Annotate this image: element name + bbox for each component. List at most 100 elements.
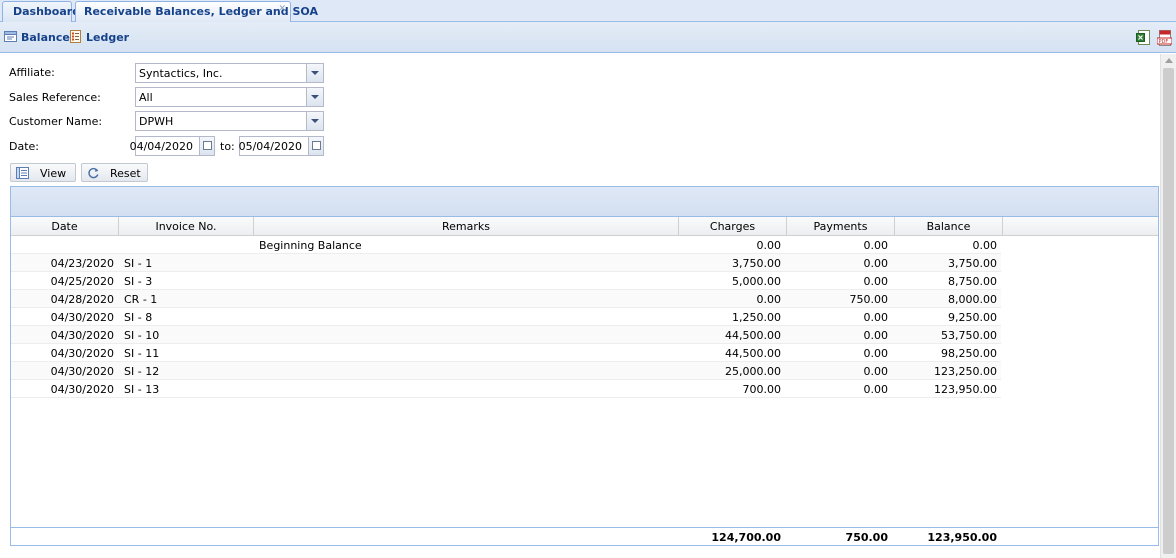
cell-date: 04/30/2020: [50, 383, 114, 396]
table-row[interactable]: 04/30/2020 SI - 10 44,500.00 0.00 53,750…: [11, 326, 1001, 344]
total-charges: 124,700.00: [711, 531, 781, 544]
chevron-down-icon[interactable]: [306, 88, 323, 106]
grid-totals-row: 124,700.00 750.00 123,950.00: [11, 527, 1158, 545]
excel-export-icon[interactable]: [1136, 30, 1150, 45]
pdf-export-icon[interactable]: PDF: [1157, 30, 1172, 46]
view-icon: [16, 167, 29, 179]
table-row[interactable]: 04/25/2020 SI - 3 5,000.00 0.00 8,750.00: [11, 272, 1001, 290]
reset-label: Reset: [110, 167, 141, 180]
cell-date: 04/23/2020: [50, 257, 114, 270]
cell-invoice: SI - 1: [124, 257, 153, 270]
vertical-scrollbar[interactable]: [1160, 54, 1176, 558]
cell-balance: 123,250.00: [934, 365, 997, 378]
cell-payments: 0.00: [863, 365, 889, 378]
cell-invoice: SI - 8: [124, 311, 153, 324]
tab-dashboard[interactable]: Dashboard: [2, 1, 80, 22]
cell-payments: 0.00: [863, 239, 889, 252]
cell-balance: 3,750.00: [948, 257, 997, 270]
table-row[interactable]: Beginning Balance 0.00 0.00 0.00: [11, 236, 1001, 254]
cell-payments: 0.00: [863, 257, 889, 270]
cell-date: 04/30/2020: [50, 365, 114, 378]
reset-button[interactable]: Reset: [81, 163, 148, 182]
affiliate-label: Affiliate:: [9, 66, 55, 79]
cell-invoice: SI - 3: [124, 275, 153, 288]
cell-charges: 700.00: [742, 383, 782, 396]
table-row[interactable]: 04/23/2020 SI - 1 3,750.00 0.00 3,750.00: [11, 254, 1001, 272]
ledger-label: Ledger: [86, 31, 130, 44]
calendar-icon[interactable]: [199, 137, 214, 155]
column-header-date[interactable]: Date: [11, 217, 119, 236]
cell-remarks: Beginning Balance: [259, 239, 362, 252]
total-payments: 750.00: [845, 531, 888, 544]
cell-payments: 0.00: [863, 347, 889, 360]
table-row[interactable]: 04/28/2020 CR - 1 0.00 750.00 8,000.00: [11, 290, 1001, 308]
cell-invoice: SI - 13: [124, 383, 160, 396]
close-icon[interactable]: ✕: [278, 4, 286, 14]
cell-date: 04/30/2020: [50, 329, 114, 342]
toolbar: Balance Ledger: [0, 22, 1176, 53]
cell-charges: 44,500.00: [725, 329, 781, 342]
refresh-icon: [88, 167, 99, 179]
affiliate-select[interactable]: Syntactics, Inc.: [135, 63, 324, 83]
cell-charges: 44,500.00: [725, 347, 781, 360]
cell-balance: 9,250.00: [948, 311, 997, 324]
date-to-field[interactable]: 05/04/2020: [239, 136, 324, 156]
grid-toolbar: [11, 187, 1158, 217]
balance-icon: [4, 31, 17, 42]
cell-date: 04/30/2020: [50, 311, 114, 324]
column-header-invoice[interactable]: Invoice No.: [119, 217, 254, 236]
cell-payments: 0.00: [863, 329, 889, 342]
sales-reference-label: Sales Reference:: [9, 91, 101, 104]
tab-dashboard-label: Dashboard: [13, 5, 81, 18]
view-button[interactable]: View: [10, 163, 76, 182]
date-to-label: to:: [220, 140, 235, 153]
column-header-payments[interactable]: Payments: [787, 217, 895, 236]
balance-label: Balance: [21, 31, 70, 44]
cell-charges: 0.00: [756, 239, 782, 252]
cell-balance: 0.00: [972, 239, 998, 252]
balance-button[interactable]: Balance: [4, 31, 70, 44]
calendar-icon[interactable]: [308, 137, 323, 155]
customer-name-value: DPWH: [139, 115, 174, 128]
cell-payments: 750.00: [849, 293, 889, 306]
column-header-balance[interactable]: Balance: [895, 217, 1003, 236]
ledger-grid: Date Invoice No. Remarks Charges Payment…: [10, 186, 1159, 546]
date-from-field[interactable]: 04/04/2020: [130, 136, 215, 156]
cell-invoice: SI - 11: [124, 347, 160, 360]
date-from-value: 04/04/2020: [129, 140, 193, 153]
cell-invoice: SI - 10: [124, 329, 160, 342]
date-to-value: 05/04/2020: [238, 140, 302, 153]
tab-receivable-balances[interactable]: Receivable Balances, Ledger and SOA ✕: [75, 1, 318, 22]
scrollbar-thumb[interactable]: [1163, 68, 1174, 554]
table-row[interactable]: 04/30/2020 SI - 12 25,000.00 0.00 123,25…: [11, 362, 1001, 380]
cell-charges: 1,250.00: [732, 311, 781, 324]
cell-date: 04/30/2020: [50, 347, 114, 360]
total-balance: 123,950.00: [927, 531, 997, 544]
cell-balance: 53,750.00: [941, 329, 997, 342]
customer-name-select[interactable]: DPWH: [135, 111, 324, 131]
table-row[interactable]: 04/30/2020 SI - 8 1,250.00 0.00 9,250.00: [11, 308, 1001, 326]
chevron-down-icon[interactable]: [306, 64, 323, 82]
affiliate-value: Syntactics, Inc.: [139, 67, 223, 80]
grid-header: Date Invoice No. Remarks Charges Payment…: [11, 217, 1158, 236]
cell-payments: 0.00: [863, 275, 889, 288]
cell-invoice: CR - 1: [124, 293, 158, 306]
cell-balance: 8,000.00: [948, 293, 997, 306]
grid-body: Beginning Balance 0.00 0.00 0.00 04/23/2…: [11, 236, 1158, 398]
cell-charges: 25,000.00: [725, 365, 781, 378]
sales-reference-select[interactable]: All: [135, 87, 324, 107]
tab-strip: Dashboard Receivable Balances, Ledger an…: [0, 0, 1176, 22]
svg-text:PDF: PDF: [1159, 39, 1169, 45]
ledger-icon: [70, 30, 81, 43]
cell-date: 04/25/2020: [50, 275, 114, 288]
chevron-down-icon[interactable]: [306, 112, 323, 130]
column-header-remarks[interactable]: Remarks: [254, 217, 679, 236]
scroll-up-icon[interactable]: [1165, 58, 1173, 63]
cell-balance: 8,750.00: [948, 275, 997, 288]
cell-balance: 98,250.00: [941, 347, 997, 360]
table-row[interactable]: 04/30/2020 SI - 13 700.00 0.00 123,950.0…: [11, 380, 1001, 398]
ledger-button[interactable]: Ledger: [69, 30, 130, 44]
column-header-charges[interactable]: Charges: [679, 217, 787, 236]
table-row[interactable]: 04/30/2020 SI - 11 44,500.00 0.00 98,250…: [11, 344, 1001, 362]
date-label: Date:: [9, 140, 39, 153]
